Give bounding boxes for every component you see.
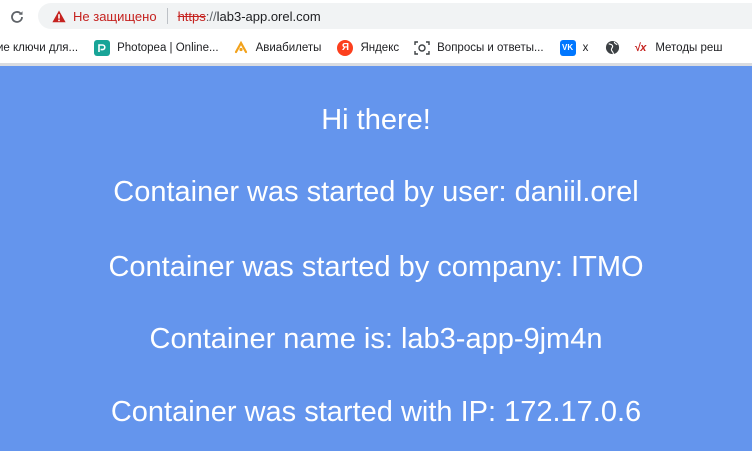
user-info-text: Container was started by user: daniil.or… bbox=[113, 176, 639, 208]
bookmark-item-photopea[interactable]: Photopea | Online... bbox=[94, 37, 219, 59]
bookmark-item-keys[interactable]: ие ключи для... bbox=[0, 37, 78, 59]
page-content: Hi there! Container was started by user:… bbox=[0, 66, 752, 451]
reload-icon[interactable] bbox=[6, 6, 28, 28]
bookmark-label: Photopea | Online... bbox=[117, 41, 219, 54]
bookmark-item-qa[interactable]: Вопросы и ответы... bbox=[414, 37, 544, 59]
warning-icon[interactable] bbox=[52, 9, 66, 23]
company-info-text: Container was started by company: ITMO bbox=[108, 251, 644, 283]
globe-icon bbox=[604, 40, 620, 56]
toolbar: Не защищено https://lab3-app.orel.com bbox=[0, 0, 752, 32]
bookmark-item-math[interactable]: √x Методы реш bbox=[632, 37, 722, 59]
bookmark-label: Вопросы и ответы... bbox=[437, 41, 544, 54]
qa-icon bbox=[414, 40, 430, 56]
bookmark-item-aviasales[interactable]: Авиабилеты bbox=[233, 37, 322, 59]
url-text[interactable]: https://lab3-app.orel.com bbox=[178, 9, 321, 24]
bookmark-label: Методы реш bbox=[655, 41, 723, 54]
address-bar[interactable]: Не защищено https://lab3-app.orel.com bbox=[38, 3, 752, 29]
container-name-text: Container name is: lab3-app-9jm4n bbox=[149, 323, 603, 355]
bookmark-item-globe[interactable] bbox=[604, 37, 620, 59]
bookmark-item-vk[interactable]: VK x bbox=[559, 37, 589, 59]
url-separator: :// bbox=[205, 8, 217, 24]
not-secure-label[interactable]: Не защищено bbox=[73, 9, 157, 24]
bookmark-label: x bbox=[582, 41, 589, 54]
aviasales-icon bbox=[233, 40, 249, 56]
container-ip-text: Container was started with IP: 172.17.0.… bbox=[110, 396, 642, 428]
address-divider bbox=[166, 8, 168, 24]
yandex-icon: Я bbox=[337, 39, 354, 56]
bookmarks-bar: ие ключи для... Photopea | Online... Ави… bbox=[0, 32, 752, 63]
browser-chrome: Не защищено https://lab3-app.orel.com ие… bbox=[0, 0, 752, 66]
greeting-text: Hi there! bbox=[321, 104, 431, 136]
url-scheme: https bbox=[177, 8, 206, 24]
bookmark-label: Авиабилеты bbox=[255, 41, 322, 54]
math-icon: √x bbox=[634, 41, 647, 54]
bookmark-label: ие ключи для... bbox=[0, 41, 79, 54]
bookmark-label: Яндекс bbox=[360, 41, 400, 54]
photopea-icon bbox=[94, 39, 111, 56]
vk-icon: VK bbox=[559, 39, 576, 56]
url-host: lab3-app.orel.com bbox=[216, 8, 321, 24]
bookmark-item-yandex[interactable]: Я Яндекс bbox=[337, 37, 399, 59]
